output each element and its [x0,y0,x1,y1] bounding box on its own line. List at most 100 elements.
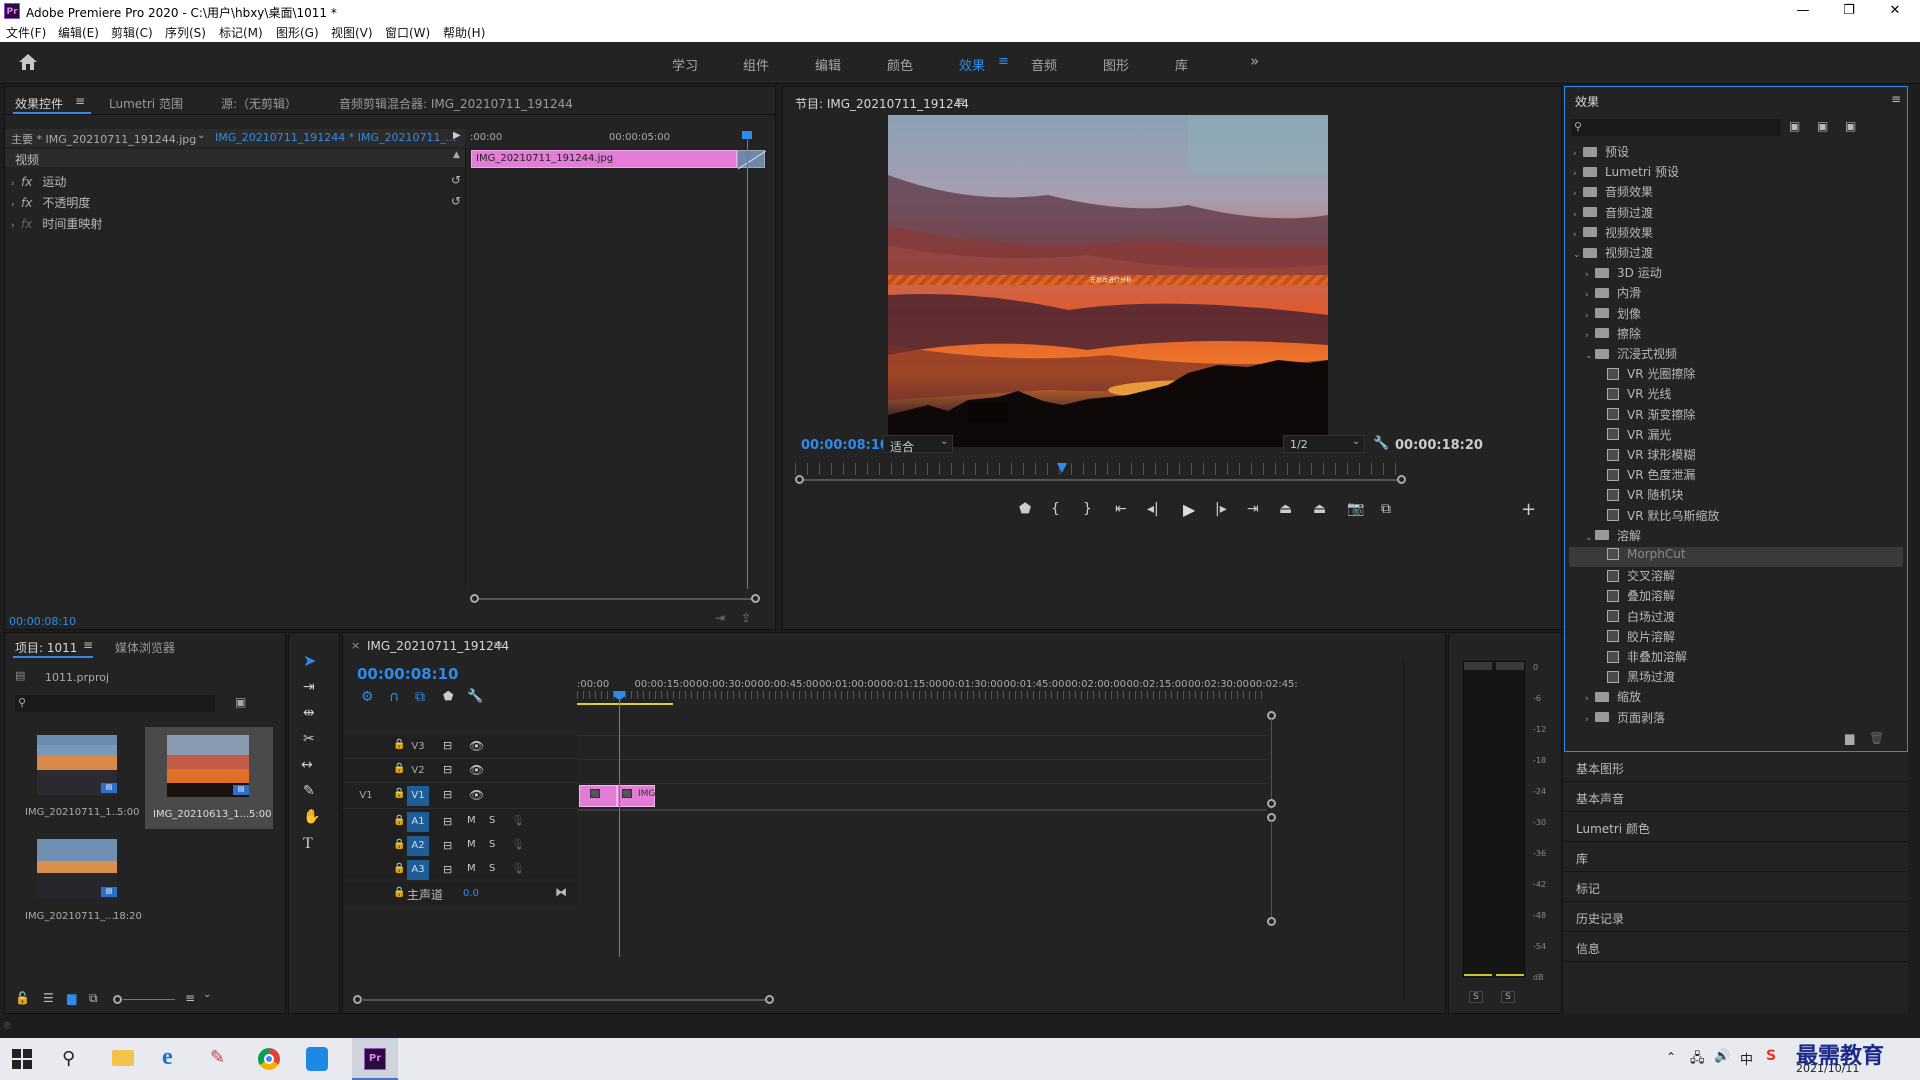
reset-icon[interactable]: ↺ [451,194,461,208]
effects-tree-item[interactable]: 非叠加溶解 [1569,648,1903,668]
effects-tree-item[interactable]: › 3D 运动 [1569,264,1903,284]
timeline-timecode[interactable]: 00:00:08:10 [357,665,459,683]
solo-left-button[interactable]: S [1469,991,1483,1003]
solo-button[interactable]: S [489,839,495,850]
effects-tree-item[interactable]: › 内滑 [1569,284,1903,304]
paint-icon[interactable]: ✎ [210,1047,225,1068]
lift-icon[interactable]: ⏏ [1279,501,1292,517]
effects-tree-item[interactable]: 叠加溶解 [1569,587,1903,607]
effects-tree-item[interactable]: 黑场过渡 [1569,668,1903,688]
panel-info[interactable]: 信息 [1564,932,1908,962]
panel-history[interactable]: 历史记录 [1564,902,1908,932]
timeline-clip[interactable] [579,785,617,807]
workspace-graphics[interactable]: 图形 [1103,55,1129,74]
slip-tool-icon[interactable]: ↔ [301,757,313,773]
effects-tree-item[interactable]: VR 渐变擦除 [1569,406,1903,426]
timeline-zoom-handle-right[interactable] [765,995,774,1004]
track-target-a2[interactable]: A2 [407,836,429,856]
panel-menu-icon[interactable]: ≡ [83,638,93,652]
effects-tree-item[interactable]: VR 漏光 [1569,426,1903,446]
fit-dropdown[interactable]: 适合 ⌄ [883,435,953,454]
source-patch-v1[interactable]: V1 [357,786,375,806]
add-marker-icon[interactable]: ⬟ [443,689,453,703]
effects-tree-item[interactable]: VR 光线 [1569,385,1903,405]
workspace-effects[interactable]: 效果 [959,55,985,74]
network-icon[interactable]: 🖧 [1690,1049,1705,1071]
panel-libraries[interactable]: 库 [1564,842,1908,872]
effects-tree-item[interactable]: VR 随机块 [1569,486,1903,506]
tab-source[interactable]: 源:（无剪辑） [221,95,297,112]
track-target-v1[interactable]: V1 [407,786,429,806]
video-scroll-handle[interactable] [1267,799,1276,808]
32bit-effects-icon[interactable]: ▣ [1817,119,1828,133]
video-frame[interactable]: 在后台进行分析 [888,115,1328,447]
resolution-dropdown[interactable]: 1/2 ⌄ [1283,435,1365,453]
expand-arrow-icon[interactable]: › [1573,210,1583,220]
close-button[interactable]: ✕ [1872,0,1918,22]
chevron-up-icon[interactable]: ⌃ [1666,1050,1676,1064]
effects-tree-item[interactable]: › 音频效果 [1569,183,1903,203]
zoom-handle-left[interactable] [470,594,479,603]
tab-audio-clip-mixer[interactable]: 音频剪辑混合器: IMG_20210711_191244 [339,95,573,112]
panel-markers[interactable]: 标记 [1564,872,1908,902]
tab-project[interactable]: 项目: 1011 [15,639,77,656]
effects-tree-item[interactable]: › 擦除 [1569,325,1903,345]
project-search-input[interactable]: ⚲ [15,695,215,712]
minimize-button[interactable]: — [1780,0,1826,22]
filter-icon[interactable]: ⇥ [715,611,725,625]
track-select-tool-icon[interactable]: ⇥ [303,679,315,695]
effects-tree-item[interactable]: VR 默比乌斯缩放 [1569,507,1903,527]
program-mini-ruler[interactable] [795,463,1403,475]
pen-tool-icon[interactable]: ✎ [303,783,315,799]
program-zoom-bar[interactable] [803,479,1401,481]
search-icon[interactable]: ⚲ [62,1048,75,1069]
workspace-libraries[interactable]: 库 [1175,55,1188,74]
effects-tree-item[interactable]: › 页面剥落 [1569,709,1903,729]
audio-scroll-handle[interactable] [1267,917,1276,926]
sogou-icon[interactable]: S [1766,1048,1776,1064]
menu-window[interactable]: 窗口(W) [385,24,430,41]
effects-tree-item[interactable]: › 缩放 [1569,688,1903,708]
tab-media-browser[interactable]: 媒体浏览器 [115,639,175,656]
expand-arrow-icon[interactable]: › [1585,290,1595,300]
effects-tree-item[interactable]: 交叉溶解 [1569,567,1903,587]
timeline-zoom-bar[interactable] [361,999,769,1001]
selection-tool-icon[interactable]: ➤ [303,651,316,670]
icon-view-icon[interactable]: ▆ [67,991,76,1005]
eye-icon[interactable]: 👁 [469,788,484,802]
button-editor-icon[interactable]: + [1521,499,1536,520]
panel-menu-icon[interactable]: ≡ [955,94,965,108]
step-back-icon[interactable]: ◂| [1147,501,1159,517]
effect-clip-bar[interactable]: IMG_20210711_191244.jpg [471,150,737,168]
chevron-down-icon[interactable]: ⌄ [203,989,211,1000]
track-target-v2[interactable]: V2 [407,761,429,781]
insert-nest-icon[interactable]: ⚙ [361,689,374,705]
new-search-bin-icon[interactable]: ▣ [235,695,246,709]
wrench-icon[interactable]: 🔧 [467,689,483,704]
workspace-audio[interactable]: 音频 [1031,55,1057,74]
master-clip-label[interactable]: 主要 * IMG_20210711_191244.jpg [11,131,196,147]
sync-lock-icon[interactable]: ⊟ [443,739,452,752]
program-timecode[interactable]: 00:00:08:10 [801,438,889,453]
video-scroll-track[interactable] [1271,719,1272,809]
expand-arrow-icon[interactable]: › [1585,694,1595,704]
project-item[interactable]: ▤ IMG_20210711_... 18:20 [15,831,142,931]
go-to-out-icon[interactable]: ⇥ [1247,501,1259,517]
panel-lumetri-color[interactable]: Lumetri 颜色 [1564,812,1908,842]
effects-tree-item[interactable]: MorphCut [1569,547,1903,567]
step-forward-icon[interactable]: |▸ [1215,501,1227,517]
accelerated-effects-icon[interactable]: ▣ [1789,119,1800,133]
track-target-a1[interactable]: A1 [407,812,429,832]
sync-lock-icon[interactable]: ⊟ [443,815,452,828]
expand-arrow-icon[interactable]: › [1585,331,1595,341]
lock-track-icon[interactable]: 🔒 [393,788,405,799]
timeline-clip[interactable]: IMG [617,785,655,807]
audio-scroll-track[interactable] [1271,821,1272,917]
project-item[interactable]: ▤ IMG_20210711_1... 5:00 [15,727,141,827]
snap-icon[interactable]: ∩ [389,689,399,705]
effects-tree-item[interactable]: › 音频过渡 [1569,204,1903,224]
microphone-icon[interactable]: 🎙 [511,814,525,827]
effects-tree-item[interactable]: VR 光圈擦除 [1569,365,1903,385]
effects-tree-item[interactable]: ⌄ 视频过渡 [1569,244,1903,264]
panel-menu-icon[interactable]: ≡ [75,94,85,108]
